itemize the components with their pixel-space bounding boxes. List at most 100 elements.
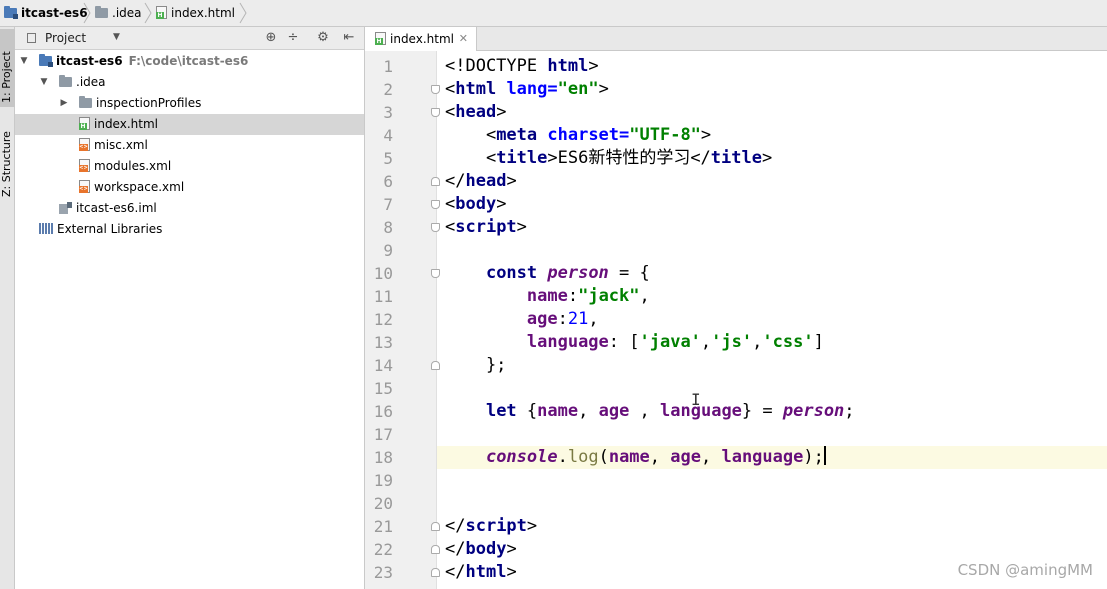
- code-line[interactable]: name:"jack",: [437, 285, 1107, 308]
- chevron-down-icon[interactable]: ▼: [39, 72, 49, 93]
- breadcrumb-file[interactable]: index.html: [156, 5, 235, 22]
- structure-tool-tab[interactable]: Z: Structure: [0, 115, 15, 201]
- code-token: let: [485, 401, 527, 421]
- code-line[interactable]: <body>: [437, 193, 1107, 216]
- code-token: : [: [608, 332, 640, 352]
- code-token: {: [526, 401, 538, 421]
- code-token: meta: [496, 125, 548, 145]
- line-number-gutter[interactable]: 1 2 3 4 5 6 7 8 9 10 11 12 13 14 15 16 17 18 19 20 21 22 23: [365, 51, 440, 589]
- code-line[interactable]: <html lang="en">: [437, 78, 1107, 101]
- hide-panel-icon[interactable]: ⇤: [341, 30, 357, 46]
- code-token: ,: [588, 309, 599, 329]
- code-line[interactable]: <!DOCTYPE html>: [437, 55, 1107, 78]
- code-line[interactable]: console.log(name, age, language);: [437, 446, 1107, 469]
- code-token: age: [526, 309, 558, 329]
- close-icon[interactable]: ✕: [459, 27, 468, 51]
- line-number: 22: [373, 540, 393, 559]
- code-token: >: [496, 194, 507, 214]
- folder-module-icon: [4, 6, 18, 19]
- line-number: 16: [373, 402, 393, 421]
- code-token: >: [526, 516, 538, 536]
- breadcrumb-folder[interactable]: .idea: [95, 5, 142, 22]
- tree-item[interactable]: modules.xml: [15, 156, 364, 177]
- code-line[interactable]: age:21,: [437, 308, 1107, 331]
- tree-item-label: itcast-es6.iml: [76, 201, 157, 215]
- tree-item[interactable]: misc.xml: [15, 135, 364, 156]
- code-line[interactable]: <head>: [437, 101, 1107, 124]
- code-token: console: [485, 447, 558, 467]
- tree-item-label: inspectionProfiles: [96, 96, 202, 110]
- project-view-selector[interactable]: Project: [45, 31, 86, 46]
- code-token: </: [445, 171, 466, 191]
- tree-item[interactable]: workspace.xml: [15, 177, 364, 198]
- breadcrumb-project-label: itcast-es6: [21, 6, 88, 20]
- code-line[interactable]: [437, 469, 1107, 492]
- code-line[interactable]: <title>ES6新特性的学习</title>: [437, 147, 1107, 170]
- tree-item[interactable]: index.html: [15, 114, 364, 135]
- breadcrumb-project[interactable]: itcast-es6: [4, 5, 88, 22]
- tree-item[interactable]: External Libraries: [15, 219, 364, 240]
- code-token: .: [557, 447, 568, 467]
- xml-file-icon: [79, 180, 90, 193]
- code-token: (: [598, 447, 609, 467]
- tool-window-strip: 1: Project Z: Structure: [0, 27, 15, 589]
- chevron-down-icon[interactable]: ▼: [19, 51, 29, 72]
- tree-item-label: .idea: [76, 75, 106, 89]
- gear-icon[interactable]: ⚙: [315, 30, 331, 46]
- code-token: };: [445, 355, 507, 375]
- code-token: age: [670, 447, 701, 467]
- code-token: >ES6新特性的学习</: [547, 148, 711, 168]
- line-number: 10: [373, 264, 393, 283]
- code-token: script: [455, 217, 517, 237]
- locate-file-icon[interactable]: ⊕: [263, 30, 279, 46]
- xml-file-icon: [79, 138, 90, 151]
- code-token: name: [608, 447, 650, 467]
- tree-item-label: misc.xml: [94, 138, 148, 152]
- code-token: const: [485, 263, 548, 283]
- code-line[interactable]: let {name, age , language} = person;: [437, 400, 1107, 423]
- code-line[interactable]: </body>: [437, 538, 1107, 561]
- tree-item[interactable]: ▼ .idea: [15, 72, 364, 93]
- code-token: ,: [649, 447, 671, 467]
- line-number: 19: [373, 471, 393, 490]
- code-line[interactable]: [437, 423, 1107, 446]
- tree-item[interactable]: ▼ itcast-es6 F:\code\itcast-es6: [15, 51, 364, 72]
- code-area[interactable]: <!DOCTYPE html> <html lang="en"> <head> <m…: [437, 51, 1107, 589]
- tree-item-label: modules.xml: [94, 159, 172, 173]
- tree-item[interactable]: ▶ inspectionProfiles: [15, 93, 364, 114]
- chevron-down-icon[interactable]: ▼: [113, 32, 120, 42]
- code-line[interactable]: <script>: [437, 216, 1107, 239]
- collapse-all-icon[interactable]: ÷: [285, 30, 301, 46]
- code-line[interactable]: };: [437, 354, 1107, 377]
- tree-item-label: index.html: [94, 117, 158, 131]
- code-line[interactable]: [437, 377, 1107, 400]
- line-number: 9: [383, 241, 393, 260]
- project-tool-tab[interactable]: 1: Project: [0, 29, 15, 107]
- code-token: </: [445, 539, 466, 559]
- code-token: ,: [578, 401, 599, 421]
- line-number: 15: [373, 379, 393, 398]
- tree-item-label: itcast-es6: [56, 54, 123, 68]
- line-number: 4: [383, 126, 393, 145]
- code-token: person: [782, 401, 845, 421]
- folder-icon: [79, 96, 92, 108]
- chevron-right-icon[interactable]: ▶: [59, 93, 69, 114]
- tree-item[interactable]: itcast-es6.iml: [15, 198, 364, 219]
- code-token: <: [445, 194, 456, 214]
- code-editor: index.html ✕ 123456789101112131415161718…: [365, 27, 1107, 589]
- code-token: person: [547, 263, 609, 283]
- code-line[interactable]: [437, 492, 1107, 515]
- code-line[interactable]: language: ['java','js','css']: [437, 331, 1107, 354]
- code-token: <!DOCTYPE: [445, 56, 548, 76]
- code-line[interactable]: </script>: [437, 515, 1107, 538]
- code-line[interactable]: [437, 239, 1107, 262]
- code-line[interactable]: <meta charset="UTF-8">: [437, 124, 1107, 147]
- code-line[interactable]: const person = {: [437, 262, 1107, 285]
- code-line[interactable]: </head>: [437, 170, 1107, 193]
- watermark: CSDN @amingMM: [957, 561, 1093, 579]
- code-token: </: [445, 516, 466, 536]
- code-token: ]: [813, 332, 824, 352]
- tab-index-html[interactable]: index.html ✕: [365, 27, 477, 51]
